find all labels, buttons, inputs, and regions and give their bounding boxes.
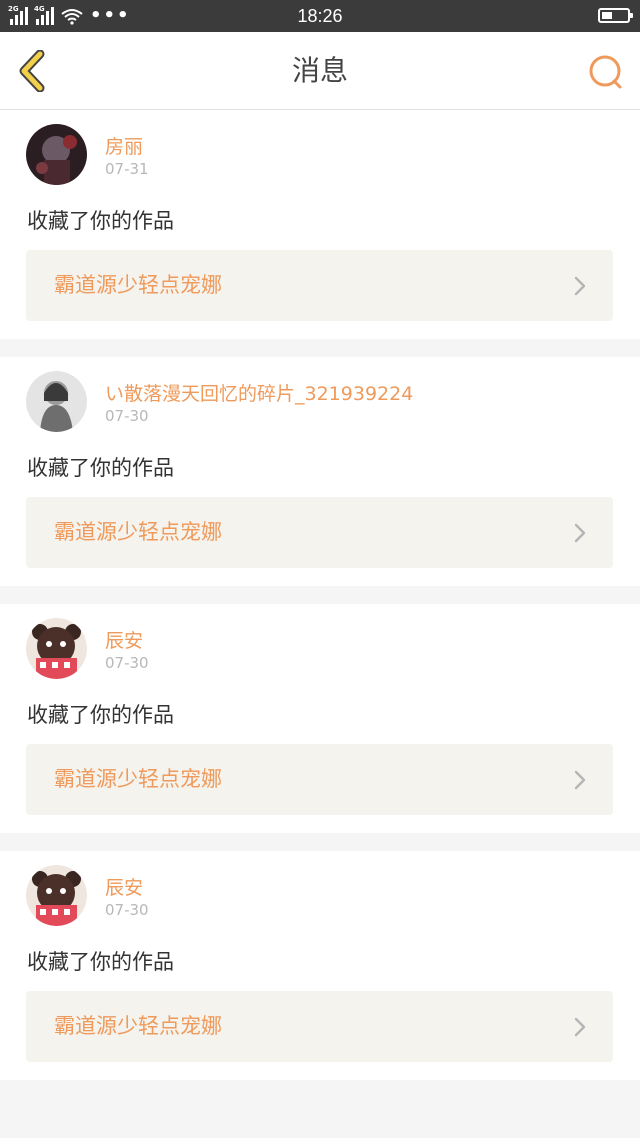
work-title: 霸道源少轻点宠娜 [54,1014,222,1038]
avatar[interactable] [26,124,87,185]
battery-level [602,12,612,19]
username[interactable]: い散落漫天回忆的碎片_321939224 [105,379,413,406]
message-date: 07-31 [105,160,149,178]
battery-icon [598,8,633,23]
message-date: 07-30 [105,407,149,425]
chevron-right-icon [574,276,586,296]
message-card: 辰安 07-30 收藏了你的作品 霸道源少轻点宠娜 [0,851,640,1080]
avatar[interactable] [26,865,87,926]
chevron-right-icon [574,770,586,790]
message-date: 07-30 [105,901,149,919]
work-title: 霸道源少轻点宠娜 [54,273,222,297]
message-card: 辰安 07-30 收藏了你的作品 霸道源少轻点宠娜 [0,604,640,833]
nav-bar: 消息 [0,32,640,110]
username[interactable]: 辰安 [105,873,143,900]
page-title: 消息 [291,54,348,87]
work-title: 霸道源少轻点宠娜 [54,520,222,544]
search-icon[interactable] [586,52,626,92]
message-card: 房丽 07-31 收藏了你的作品 霸道源少轻点宠娜 [0,110,640,339]
back-chevron-icon[interactable] [14,50,54,92]
chevron-right-icon [574,1017,586,1037]
message-text: 收藏了你的作品 [27,703,174,727]
status-time: 18:26 [297,6,343,26]
message-text: 收藏了你的作品 [27,950,174,974]
work-title: 霸道源少轻点宠娜 [54,767,222,791]
chevron-right-icon [574,523,586,543]
username[interactable]: 房丽 [105,132,143,159]
work-link[interactable]: 霸道源少轻点宠娜 [26,250,613,321]
message-card: い散落漫天回忆的碎片_321939224 07-30 收藏了你的作品 霸道源少轻… [0,357,640,586]
status-bar: 2G 4G ••• 18:26 [0,0,640,32]
message-text: 收藏了你的作品 [27,209,174,233]
message-text: 收藏了你的作品 [27,456,174,480]
message-list: 房丽 07-31 收藏了你的作品 霸道源少轻点宠娜 い散落漫天回忆的碎片_321… [0,110,640,1098]
work-link[interactable]: 霸道源少轻点宠娜 [26,744,613,815]
message-date: 07-30 [105,654,149,672]
username[interactable]: 辰安 [105,626,143,653]
work-link[interactable]: 霸道源少轻点宠娜 [26,497,613,568]
work-link[interactable]: 霸道源少轻点宠娜 [26,991,613,1062]
avatar[interactable] [26,618,87,679]
avatar[interactable] [26,371,87,432]
